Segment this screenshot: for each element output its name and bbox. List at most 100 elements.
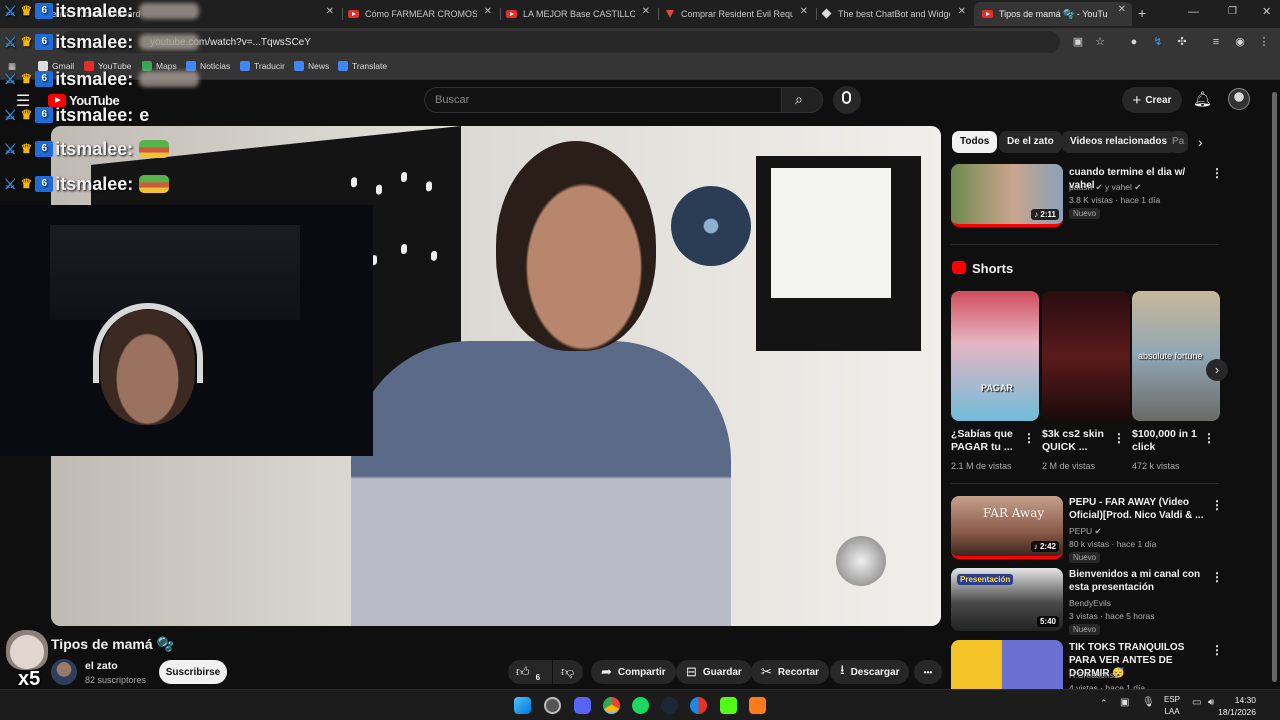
- voice-search-button[interactable]: [833, 86, 861, 114]
- video-menu-icon[interactable]: ⋮: [1211, 166, 1223, 180]
- window-close-icon[interactable]: ✕: [1262, 5, 1271, 18]
- short-menu-icon[interactable]: ⋮: [1023, 431, 1035, 445]
- channel-name[interactable]: el zato: [85, 660, 118, 672]
- search-button[interactable]: ⌕: [781, 87, 823, 113]
- tray-app-icon[interactable]: ▣: [1120, 697, 1129, 708]
- chip-de-el-zato[interactable]: De el zato: [999, 131, 1062, 153]
- chips-next-icon[interactable]: ›: [1198, 134, 1203, 150]
- chip-videos-relacionados[interactable]: Videos relacionados: [1062, 131, 1176, 153]
- chrome-icon[interactable]: [603, 697, 620, 714]
- chip-todos[interactable]: Todos: [952, 131, 998, 153]
- network-icon[interactable]: ▭: [1192, 697, 1201, 708]
- share-button[interactable]: ➦ Compartir: [591, 660, 676, 684]
- notifications-bell-icon[interactable]: 🔔︎: [1193, 90, 1212, 108]
- extension-icon[interactable]: ●: [1126, 34, 1142, 50]
- channel-name[interactable]: H.Creationss: [1069, 669, 1118, 681]
- frog-emote: [139, 140, 170, 158]
- bookmark-traducir[interactable]: Traducir: [240, 61, 285, 71]
- verified-icon: ✔: [1095, 182, 1103, 192]
- profile-icon[interactable]: ◉: [1232, 34, 1248, 50]
- short-menu-icon[interactable]: ⋮: [1113, 431, 1125, 445]
- channel-avatar[interactable]: [51, 659, 77, 685]
- microphone-tray-icon[interactable]: 🎙︎: [1142, 697, 1155, 708]
- channel-name[interactable]: PEPU ✔: [1069, 525, 1102, 537]
- chip-pa[interactable]: Pa: [1168, 131, 1188, 153]
- page-scrollbar[interactable]: [1272, 92, 1277, 682]
- scrollbar-thumb[interactable]: [1272, 92, 1277, 682]
- short-title[interactable]: $100,000 in 1 click: [1132, 428, 1204, 454]
- language-indicator[interactable]: ESP LAA: [1164, 694, 1180, 718]
- search-input[interactable]: Buscar: [424, 87, 782, 113]
- video-thumbnail[interactable]: ♪ 2:11: [951, 164, 1063, 227]
- volume-icon[interactable]: 🔊︎: [1208, 697, 1214, 708]
- tab-chatbot-widgets[interactable]: The best ChatBot and Widgets ✕: [822, 4, 972, 24]
- new-tab-button[interactable]: +: [1138, 5, 1146, 21]
- video-title[interactable]: PEPU - FAR AWAY (Video Oficial)[Prod. Ni…: [1069, 496, 1209, 522]
- video-menu-icon[interactable]: ⋮: [1211, 570, 1223, 584]
- clip-button[interactable]: ✂ Recortar: [751, 660, 830, 684]
- tab-close-icon[interactable]: ✕: [484, 6, 492, 17]
- cast-icon[interactable]: ▣: [1070, 34, 1086, 50]
- reading-list-icon[interactable]: ≡: [1208, 34, 1224, 50]
- short-title[interactable]: $3k cs2 skin QUICK ...: [1042, 428, 1114, 454]
- browser-menu-icon[interactable]: ⋮: [1256, 34, 1272, 50]
- tab-close-icon[interactable]: ✕: [958, 6, 966, 17]
- video-frame-doorknob: [836, 536, 886, 586]
- tab-farmear-cromos[interactable]: Cómo FARMEAR CROMOS en S ✕: [348, 4, 498, 24]
- verified-icon: ✔: [1134, 182, 1142, 192]
- spotify-icon[interactable]: [632, 697, 649, 714]
- discord-icon[interactable]: [574, 697, 591, 714]
- windows-taskbar: ⌃ ▣ 🎙︎ ESP LAA ▭ 🔊︎ 14:30 18/1/2026: [0, 689, 1280, 720]
- short-title[interactable]: ¿Sabías que PAGAR tu ...: [951, 428, 1023, 454]
- video-title[interactable]: Bienvenidos a mi canal con esta presenta…: [1069, 568, 1209, 594]
- tab-close-icon[interactable]: ✕: [1118, 4, 1126, 15]
- tab-close-icon[interactable]: ✕: [642, 6, 650, 17]
- extensions-puzzle-icon[interactable]: ✣: [1174, 34, 1190, 50]
- bookmark-news[interactable]: News: [294, 61, 329, 71]
- short-menu-icon[interactable]: ⋮: [1203, 431, 1215, 445]
- translate-extension-icon[interactable]: ↯: [1150, 34, 1166, 50]
- obs-icon[interactable]: [544, 697, 561, 714]
- steam-icon[interactable]: [661, 697, 678, 714]
- duration-badge: ♪ 2:11: [1031, 209, 1059, 220]
- tab-close-icon[interactable]: ✕: [326, 6, 334, 17]
- video-thumbnail[interactable]: [951, 640, 1063, 689]
- account-avatar[interactable]: [1228, 88, 1250, 110]
- channel-name[interactable]: pausrr ✔ y vahel ✔: [1069, 181, 1141, 193]
- bookmark-translate[interactable]: Translate: [338, 61, 387, 71]
- dislike-button[interactable]: 👎︎: [553, 660, 583, 684]
- video-menu-icon[interactable]: ⋮: [1211, 498, 1223, 512]
- download-button[interactable]: ⭳ Descargar: [830, 660, 910, 684]
- windows-start-icon[interactable]: [514, 697, 531, 714]
- like-button[interactable]: 👍︎ 6: [508, 660, 552, 684]
- short-thumbnail[interactable]: PAGAR: [951, 291, 1039, 421]
- chat-message: ⚔ ♛ 6 itsmalee: e: [4, 104, 149, 126]
- opera-gx-icon[interactable]: [690, 697, 707, 714]
- omnibox[interactable]: youtube.com/watch?v=...TqwsSCeY: [60, 31, 1060, 53]
- tab-resident-evil[interactable]: Comprar Resident Evil Requiem ✕: [664, 4, 814, 24]
- save-button[interactable]: ⊟ Guardar: [676, 660, 752, 684]
- tab-tipos-de-mama[interactable]: Tipos de mamá 🫧 - YouTu ✕: [974, 2, 1132, 26]
- youtube-favicon-icon: [982, 10, 993, 18]
- tab-close-icon[interactable]: ✕: [800, 6, 808, 17]
- short-thumbnail[interactable]: absolute fortune: [1132, 291, 1220, 421]
- create-button[interactable]: + Crear: [1122, 87, 1182, 113]
- new-badge: Nuevo: [1069, 552, 1101, 563]
- kick-icon[interactable]: [720, 697, 737, 714]
- channel-name[interactable]: BendyEvils: [1069, 597, 1111, 609]
- youtube-favicon-icon: [506, 10, 517, 18]
- subscribe-button[interactable]: Suscribirse: [159, 660, 227, 684]
- video-thumbnail[interactable]: Presentación 5:40: [951, 568, 1063, 631]
- bookmark-star-icon[interactable]: ☆: [1092, 34, 1108, 50]
- shorts-next-button[interactable]: ›: [1206, 359, 1228, 381]
- short-thumbnail[interactable]: [1042, 291, 1130, 421]
- mullvad-icon[interactable]: [749, 697, 766, 714]
- maximize-icon[interactable]: ❐: [1228, 6, 1237, 17]
- tray-overflow-icon[interactable]: ⌃: [1100, 698, 1108, 709]
- minimize-icon[interactable]: —: [1188, 6, 1199, 18]
- system-clock[interactable]: 14:30 18/1/2026: [1218, 694, 1256, 718]
- tab-base-castillo[interactable]: LA MEJOR Base CASTILLO para ✕: [506, 4, 656, 24]
- video-thumbnail[interactable]: FAR Away ♪ 2:42: [951, 496, 1063, 559]
- video-menu-icon[interactable]: ⋮: [1211, 643, 1223, 657]
- more-actions-button[interactable]: •••: [914, 660, 942, 684]
